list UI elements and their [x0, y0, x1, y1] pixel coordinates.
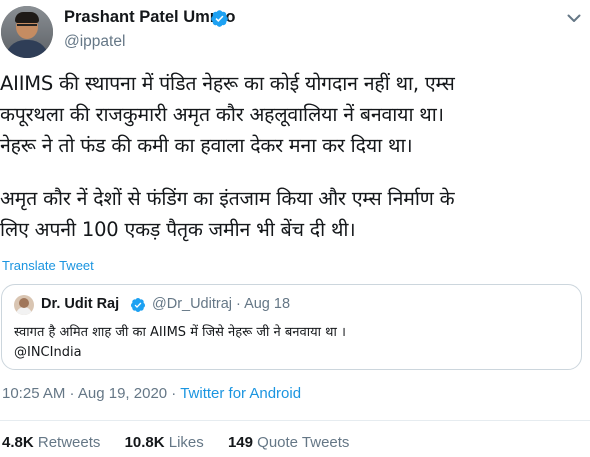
divider — [0, 420, 590, 421]
tweet-line: लिए अपनी 100 एकड़ पैतृक जमीन भी बेंच दी … — [0, 218, 356, 241]
quote-tweets-count: 149 — [227, 434, 253, 451]
likes-label: Likes — [164, 434, 204, 451]
quoted-line: स्वागत है अमित शाह जी का AIIMS में जिसे … — [14, 325, 346, 340]
quoted-tweet-text: स्वागत है अमित शाह जी का AIIMS में जिसे … — [14, 323, 346, 363]
verified-badge-icon — [130, 298, 145, 312]
tweet-line: नेहरू ने तो फंड की कमी का हवाला देकर मना… — [0, 134, 413, 157]
quoted-mention[interactable]: @INCIndia — [14, 343, 346, 363]
tweet-metadata: 10:25 AM · Aug 19, 2020 · Twitter for An… — [2, 385, 301, 402]
retweets-count: 4.8K — [2, 434, 34, 451]
tweet-line: AIIMS की स्थापना में पंडित नेहरू का कोई … — [0, 72, 455, 95]
tweet-body: AIIMS की स्थापना में पंडित नेहरू का कोई … — [0, 68, 586, 245]
tweet-stats: 4.8K Retweets 10.8K Likes 149 Quote Twee… — [2, 434, 369, 451]
retweets-label: Retweets — [33, 434, 101, 451]
tweet-header: Prashant Patel Umrao @ippatel — [0, 0, 590, 64]
quote-tweets-label: Quote Tweets — [252, 434, 350, 451]
tweet-line: अमृत कौर नें देशों से फंडिंग का इंतजाम क… — [0, 187, 455, 210]
likes-stat[interactable]: 10.8K Likes — [125, 434, 204, 451]
author-avatar[interactable] — [1, 6, 53, 58]
quoted-tweet[interactable]: Dr. Udit Raj @Dr_Uditraj · Aug 18 स्वागत… — [1, 284, 582, 370]
quote-tweets-stat[interactable]: 149 Quote Tweets — [228, 434, 349, 451]
quoted-author-name[interactable]: Dr. Udit Raj — [41, 296, 119, 312]
tweet-timestamp[interactable]: 10:25 AM · Aug 19, 2020 · — [2, 385, 180, 402]
translate-tweet-link[interactable]: Translate Tweet — [2, 258, 94, 273]
tweet-line: कपूरथला की राजकुमारी अमृत कौर अहलूवालिया… — [0, 103, 444, 126]
tweet-source-link[interactable]: Twitter for Android — [180, 385, 301, 402]
verified-badge-icon — [211, 10, 228, 27]
quoted-handle-date[interactable]: @Dr_Uditraj · Aug 18 — [152, 296, 290, 312]
quoted-author-avatar[interactable] — [14, 295, 34, 315]
chevron-down-icon[interactable] — [562, 6, 586, 30]
likes-count: 10.8K — [124, 434, 165, 451]
retweets-stat[interactable]: 4.8K Retweets — [2, 434, 100, 451]
author-handle[interactable]: @ippatel — [64, 33, 125, 51]
